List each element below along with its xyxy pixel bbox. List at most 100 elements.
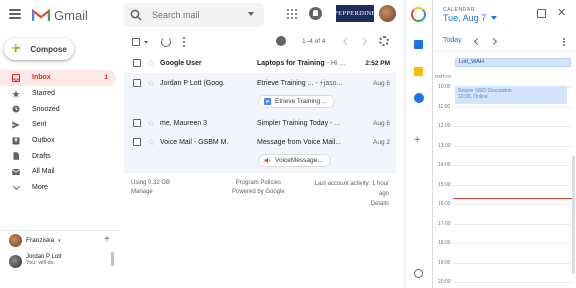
star-icon[interactable]: ☆ [147,78,155,89]
today-button[interactable]: Today [443,37,462,44]
subject-text: Simpler Training Today [257,119,329,127]
email-sender: Jordan P Lott (Goog. [160,79,225,87]
refresh-icon[interactable] [161,37,171,47]
sidebar-item-all-mail[interactable]: All Mail [0,164,120,180]
more-options-icon[interactable] [563,38,565,46]
gear-icon[interactable] [379,36,389,46]
row-checkbox[interactable] [133,138,141,146]
all-day-event[interactable]: Lott_WAH [455,58,571,67]
search-options-icon[interactable] [248,12,254,16]
sidebar-item-label: Outbox [32,137,55,145]
star-icon[interactable]: ☆ [147,118,155,129]
audio-icon [264,157,270,164]
hour-label: 11:00 [438,104,451,110]
account-avatar[interactable] [379,5,396,22]
email-row[interactable]: ☆ me, Maureen 3 Simpler Training Today -… [124,113,396,133]
email-sender: Google User [160,60,202,67]
plus-icon: + [11,40,21,57]
scrollbar[interactable] [111,252,114,266]
email-row[interactable]: ☆ Jordan P Lott (Goog. Etrieve Training … [124,73,396,114]
sidebar-item-drafts[interactable]: Drafts [0,148,120,164]
policy-links: Program Policies Powered by Google [232,179,285,197]
manage-link[interactable]: Manage [131,188,170,197]
search-icon[interactable] [130,9,142,21]
compose-button[interactable]: + Compose [4,38,74,60]
tasks-icon[interactable] [414,93,424,103]
mail-icon [12,168,20,175]
email-snippet: - ... [328,119,341,127]
program-policies-link[interactable]: Program Policies [232,179,285,188]
email-subject: Simpler Training Today - ... [257,120,340,127]
star-icon[interactable]: ☆ [147,137,155,148]
star-icon[interactable]: ☆ [147,58,155,69]
next-page-icon[interactable] [359,37,368,46]
document-icon [264,97,271,105]
organization-logo[interactable]: PEPPERDINE [334,5,376,22]
apps-grid-icon[interactable] [287,9,297,19]
hour-label: 13:00 [438,143,451,149]
sidebar-item-inbox[interactable]: Inbox 1 [0,70,116,86]
sidebar-item-snoozed[interactable]: Snoozed [0,101,120,117]
sidebar-item-outbox[interactable]: Outbox [0,133,120,149]
email-snippet: - +jaso... [313,79,343,87]
gmail-app: Gmail PEPPERDINE + Compose Inbox 1 S [0,0,576,288]
side-panel-strip: + [404,0,432,288]
calendar-event[interactable]: Seaver NSO Discussion 10:00, Online [455,86,567,104]
new-conversation-icon[interactable]: + [104,234,110,245]
sidebar-item-label: Drafts [32,152,51,160]
powered-by-text: Powered by Google [232,189,285,195]
more-options-icon[interactable] [183,37,185,47]
sidebar-item-starred[interactable]: Starred [0,86,120,102]
close-icon[interactable]: ✕ [557,6,566,19]
main-menu-icon[interactable] [9,9,21,19]
hangouts-contact[interactable]: Jordan P Lott You: will do. [9,254,62,268]
gmail-m-icon [32,9,50,22]
storage-usage: Using 0.32 GB Manage [131,179,170,197]
input-tools-icon[interactable] [276,36,286,46]
activity-text: Last account activity: 1 hour ago [314,181,389,197]
row-checkbox[interactable] [133,59,141,67]
get-addons-icon[interactable]: + [414,134,420,146]
info-icon[interactable] [414,269,423,278]
inbox-icon [12,73,20,82]
row-checkbox[interactable] [133,118,141,127]
attachment-chip[interactable]: Etrieve Training ... [258,94,336,108]
keep-icon[interactable] [414,67,423,76]
gmail-logo[interactable]: Gmail [32,8,88,23]
calendar-date-picker[interactable]: Tue, Aug 7 [443,13,498,23]
row-checkbox[interactable] [133,78,141,87]
avatar [9,255,22,268]
notifications-icon[interactable] [309,7,322,20]
select-all-checkbox[interactable] [132,38,140,46]
next-day-icon[interactable] [489,37,498,46]
hangouts-me[interactable]: Franziska ▾ [9,234,61,247]
attachment-name: VoiceMessage... [275,157,323,164]
scrollbar[interactable] [572,156,575,274]
sidebar-item-more[interactable]: More [0,180,120,196]
email-date: Aug 2 [373,139,390,146]
sidebar-item-sent[interactable]: Sent [0,117,120,133]
sidebar-item-label: Snoozed [32,105,60,113]
select-options-icon[interactable] [144,41,148,44]
event-time: 10:00, Online [458,94,488,100]
sidebar-item-label: Starred [32,90,55,98]
search-input[interactable] [152,10,242,20]
hangouts-panel: Franziska ▾ + Jordan P Lott You: will do… [0,230,120,288]
prev-day-icon[interactable] [473,37,482,46]
search-bar[interactable] [124,3,264,27]
contact-status: You: will do. [26,260,56,266]
email-date: Aug 6 [373,79,390,87]
open-in-new-icon[interactable] [537,9,546,18]
attachment-chip[interactable]: VoiceMessage... [258,154,331,167]
email-subject: Message from Voice Mail... [257,139,341,146]
hour-label: 19:00 [438,260,451,266]
details-link[interactable]: Details [309,199,389,209]
calendar-icon[interactable] [414,40,423,49]
hangouts-user-name: Franziska [26,237,55,244]
sidebar-item-label: Sent [32,121,47,129]
email-row[interactable]: ☆ Google User Laptops for Training - Hi … [124,54,396,74]
clock-icon [12,105,20,113]
sidebar-nav: Inbox 1 Starred Snoozed Sent Outbox Draf… [0,70,120,196]
email-row[interactable]: ☆ Voice Mail - GSBM M. Message from Voic… [124,133,396,173]
prev-page-icon[interactable] [342,37,351,46]
